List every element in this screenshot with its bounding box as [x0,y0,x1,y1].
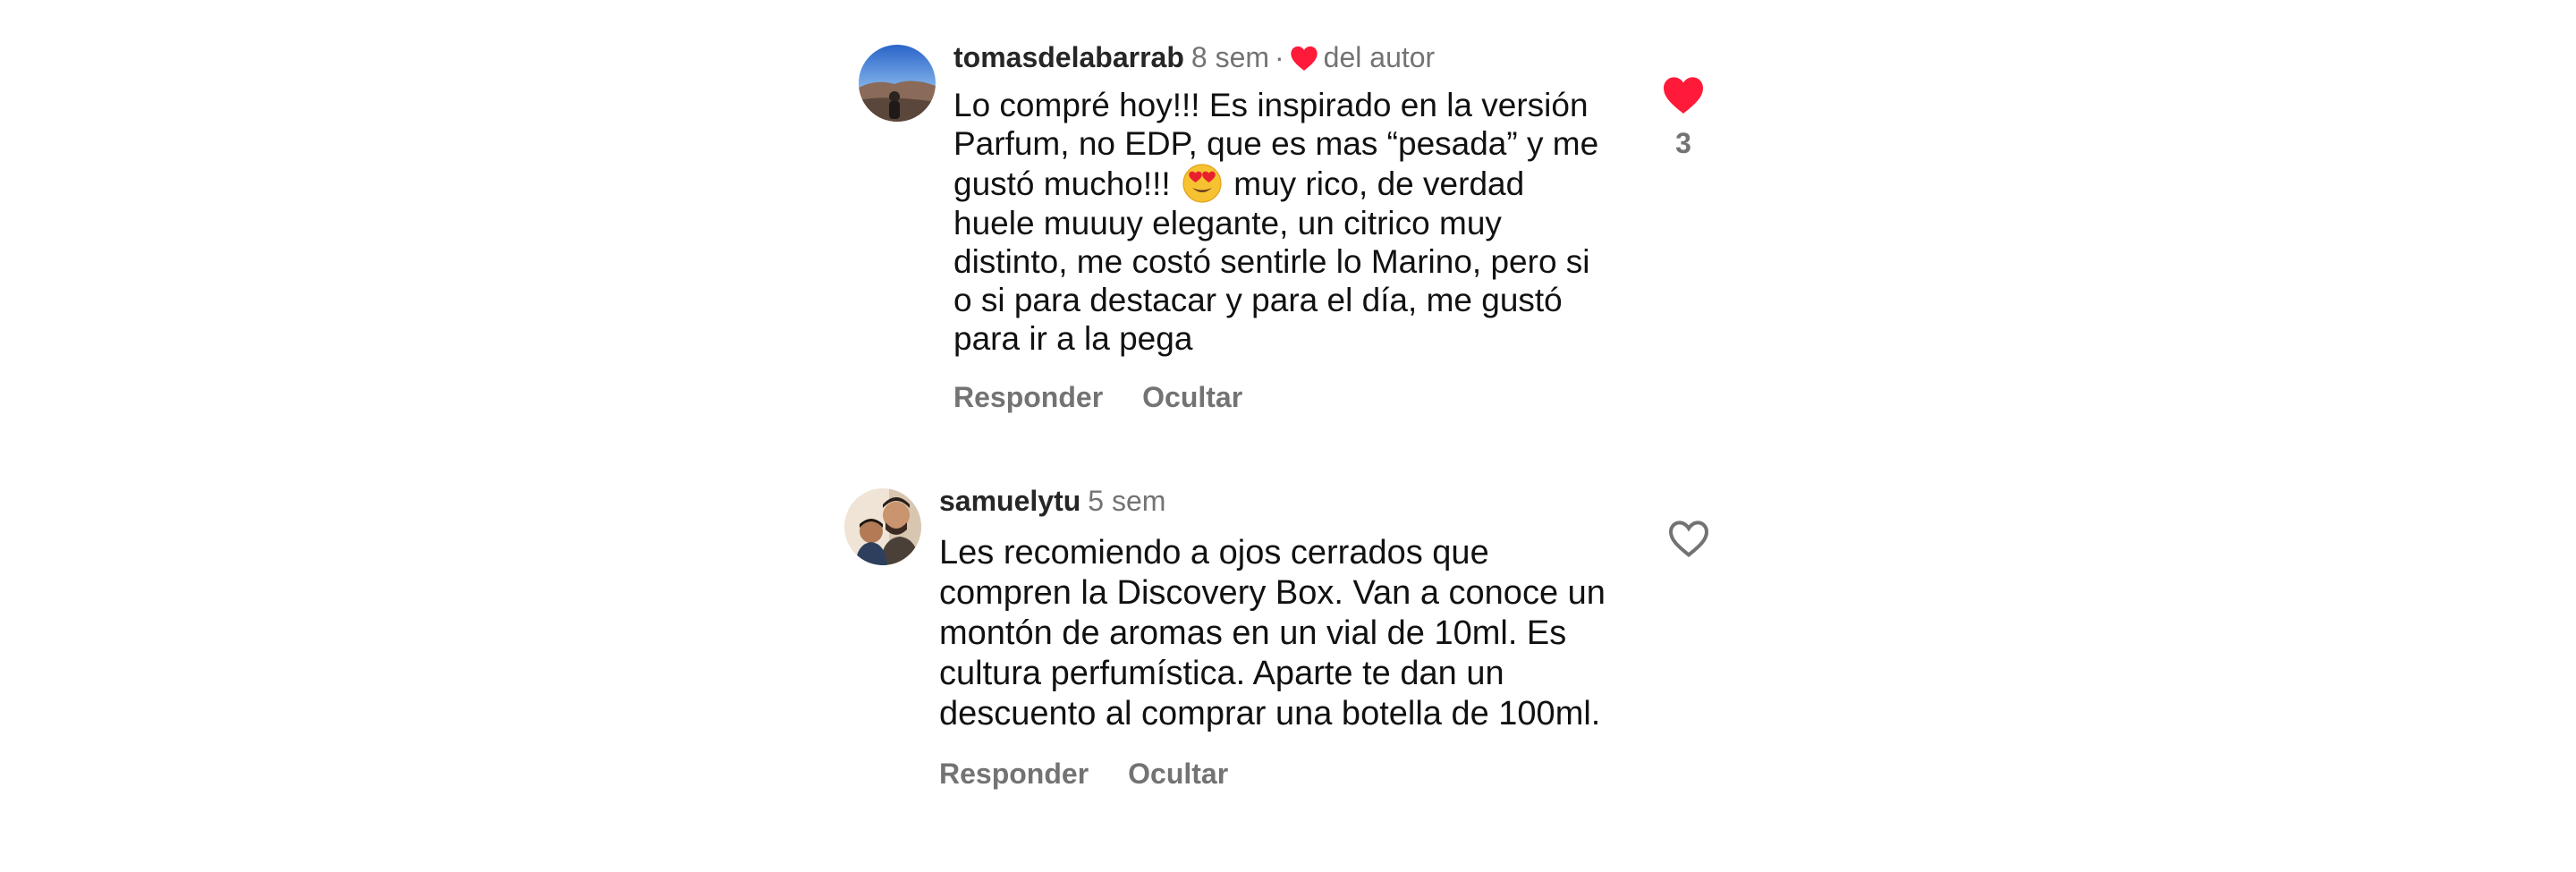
comment-time: 5 sem [1088,485,1166,517]
hide-button[interactable]: Ocultar [1142,381,1242,413]
reply-button[interactable]: Responder [953,381,1103,413]
comment-username[interactable]: samuelytu [939,485,1080,517]
comment-content: samuelytu 5 sem Les recomiendo a ojos cer… [939,481,1619,792]
meta-separator: · [1275,41,1284,73]
comment-text: Les recomiendo a ojos cerrados que compr… [939,534,1606,732]
author-heart-icon [1290,45,1318,72]
reply-button[interactable]: Responder [939,758,1089,790]
heart-outline-icon[interactable] [1662,519,1716,558]
user-avatar[interactable] [859,45,936,122]
author-liked-label: del autor [1323,41,1436,73]
user-avatar[interactable] [844,488,921,565]
like-control: 3 [1657,75,1710,159]
comment-header: samuelytu 5 sem [939,481,1619,521]
comment-actions: Responder Ocultar [953,379,1633,415]
profile-photo [859,45,936,122]
comment-content: tomasdelabarrab 8 sem · del autor Lo compré… [953,38,1633,415]
comment-actions: Responder Ocultar [939,756,1619,792]
heart-filled-icon[interactable] [1657,75,1710,114]
comment-time: 8 sem [1191,41,1270,73]
like-count[interactable]: 3 [1657,127,1710,159]
comment-username[interactable]: tomasdelabarrab [953,41,1184,73]
heart-eyes-emoji [1182,163,1223,204]
like-control [1662,519,1716,558]
comment-text: Lo compré hoy!!! Es inspirado en la vers… [953,86,1633,358]
profile-photo [844,488,921,565]
comment-header: tomasdelabarrab 8 sem · del autor [953,38,1633,77]
hide-button[interactable]: Ocultar [1128,758,1228,790]
